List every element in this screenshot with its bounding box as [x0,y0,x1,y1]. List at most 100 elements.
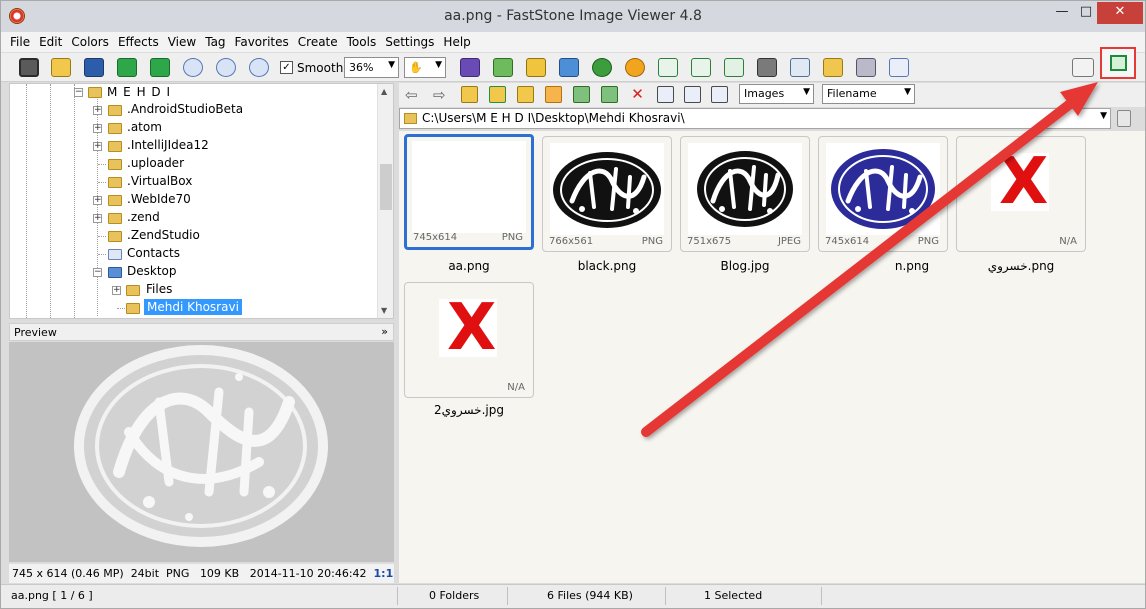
favorite-folder-icon[interactable] [517,86,534,103]
thumbnail-view-icon[interactable] [657,86,674,103]
fullscreen-button[interactable] [1100,47,1136,79]
tree-node[interactable]: Files [146,282,172,296]
print-icon[interactable] [856,58,876,77]
menu-tools[interactable]: Tools [347,35,377,49]
brightness-icon[interactable] [625,58,645,77]
path-input[interactable]: C:\Users\M E H D I\Desktop\Mehdi Khosrav… [399,108,1111,129]
tree-expander[interactable]: − [93,268,102,277]
tree-scrollbar[interactable]: ▲ ▼ [377,84,393,318]
thumbnail-card[interactable]: 751x675 JPEG [680,136,810,252]
menu-view[interactable]: View [168,35,196,49]
tree-node[interactable]: .AndroidStudioBeta [127,102,243,116]
collapse-icon[interactable]: » [381,325,388,338]
sort-value: Filename [827,87,877,100]
zoom-select[interactable]: 36% ▼ [344,57,399,78]
menu-settings[interactable]: Settings [385,35,434,49]
details-view-icon[interactable] [711,86,728,103]
color-adjust-icon[interactable] [559,58,579,77]
menu-effects[interactable]: Effects [118,35,159,49]
next-icon[interactable] [150,58,170,77]
thumbnail-card[interactable]: 745x614 PNG [404,134,534,250]
tree-expander[interactable]: + [93,106,102,115]
file-filter-select[interactable]: Images ▼ [739,84,814,104]
tree-node[interactable]: .WebIde70 [127,192,191,206]
settings-checklist-icon[interactable] [889,58,909,77]
refresh-folder-icon[interactable] [489,86,506,103]
menu-colors[interactable]: Colors [71,35,109,49]
rotate-right-icon[interactable] [691,58,711,77]
recycle-bin-icon[interactable] [1117,110,1131,127]
tree-expander[interactable]: + [112,286,121,295]
back-arrow-icon[interactable]: ⇦ [405,86,422,104]
zoom-in-icon[interactable] [183,58,203,77]
thumbnail-card[interactable]: 766x561 PNG [542,136,672,252]
thumbnail-layout-icon[interactable] [1072,58,1094,77]
delete-icon[interactable]: ✕ [629,86,646,103]
tree-expander[interactable]: + [93,214,102,223]
flip-icon[interactable] [724,58,744,77]
camera-icon[interactable] [19,58,39,77]
tree-node[interactable]: Contacts [127,246,180,260]
slideshow-icon[interactable] [460,58,480,77]
maximize-button[interactable]: □ [1076,2,1096,24]
wallpaper-icon[interactable] [757,58,777,77]
open-folder-icon[interactable] [51,58,71,77]
scanner-icon[interactable] [790,58,810,77]
title-bar: aa.png - FastStone Image Viewer 4.8 — □ … [1,1,1145,32]
stamp-icon[interactable] [592,58,612,77]
thumbnail-image: X [991,153,1049,211]
thumbnail-format: N/A [507,382,525,393]
list-view-icon[interactable] [684,86,701,103]
scroll-up-icon[interactable]: ▲ [381,87,387,96]
copy-to-icon[interactable] [573,86,590,103]
tree-expander[interactable]: − [74,88,83,97]
forward-arrow-icon[interactable]: ⇨ [433,86,450,104]
parent-folder-icon[interactable] [461,86,478,103]
zoom-out-icon[interactable] [216,58,236,77]
thumbnail-card[interactable]: X N/A [956,136,1086,252]
tree-node[interactable]: .zend [127,210,160,224]
pan-tool-select[interactable]: ✋ ▼ [404,57,446,78]
thumbnail-format: JPEG [777,236,801,247]
close-button[interactable]: ✕ [1097,2,1143,24]
tree-node[interactable]: .atom [127,120,162,134]
menu-favorites[interactable]: Favorites [235,35,289,49]
tree-node[interactable]: .VirtualBox [127,174,192,188]
thumbnail-card[interactable]: X N/A [404,282,534,398]
menu-create[interactable]: Create [298,35,338,49]
menu-help[interactable]: Help [443,35,470,49]
tree-node[interactable]: .ZendStudio [127,228,200,242]
actual-size-icon[interactable] [249,58,269,77]
crop-icon[interactable] [526,58,546,77]
new-folder-icon[interactable] [545,86,562,103]
actual-size-ratio[interactable]: 1:1 [374,567,394,580]
tree-expander[interactable]: + [93,124,102,133]
tree-expander[interactable]: + [93,142,102,151]
move-to-icon[interactable] [601,86,618,103]
menu-tag[interactable]: Tag [205,35,225,49]
tree-node[interactable]: .uploader [127,156,184,170]
previous-icon[interactable] [117,58,137,77]
chevron-down-icon[interactable]: ▼ [1100,111,1107,121]
tree-node[interactable]: .IntelliJIdea12 [127,138,209,152]
resize-icon[interactable] [493,58,513,77]
sort-select[interactable]: Filename ▼ [822,84,915,104]
tree-node-desktop[interactable]: Desktop [127,264,177,278]
folder-tree[interactable]: − M E H D I + .AndroidStudioBeta + .atom… [9,83,394,319]
thumbnail-card[interactable]: 745x614 PNG [818,136,948,252]
tree-guide-line [50,84,51,318]
minimize-button[interactable]: — [1048,2,1076,24]
smooth-checkbox[interactable]: ✓ [280,61,293,74]
email-icon[interactable] [823,58,843,77]
scroll-down-icon[interactable]: ▼ [381,306,387,315]
thumbnail-dimensions: 745x614 [825,236,870,247]
save-icon[interactable] [84,58,104,77]
scroll-thumb[interactable] [380,164,392,210]
rotate-left-icon[interactable] [658,58,678,77]
tree-expander[interactable]: + [93,196,102,205]
tree-node-selected[interactable]: Mehdi Khosravi [144,299,242,315]
menu-edit[interactable]: Edit [39,35,62,49]
app-window: aa.png - FastStone Image Viewer 4.8 — □ … [0,0,1146,609]
tree-node-root[interactable]: M E H D I [107,85,171,99]
menu-file[interactable]: File [10,35,30,49]
